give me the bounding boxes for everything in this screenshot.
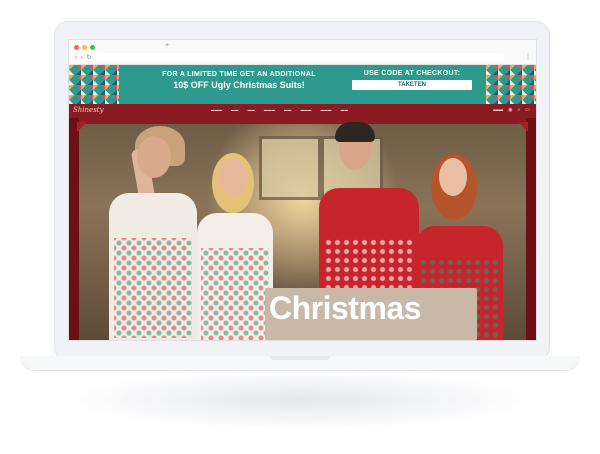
hero-corner-right <box>518 122 528 132</box>
promo-message: FOR A LIMITED TIME GET AN ADDITIONAL 10$… <box>139 71 339 90</box>
hero-corner-left <box>77 122 87 132</box>
person-4-head <box>439 158 467 196</box>
promo-code[interactable]: TAKETEN <box>352 80 472 90</box>
laptop-lid: + ‹ › ↻ ⋮ FOR A LIMITED TIME GET AN ADDI… <box>54 21 550 361</box>
laptop-notch <box>270 356 330 360</box>
laptop-shadow <box>60 370 540 430</box>
promo-code-box: USE CODE AT CHECKOUT: TAKETEN <box>352 70 472 90</box>
browser-menu-icon[interactable]: ⋮ <box>525 53 531 60</box>
hero-frame-top <box>69 118 536 124</box>
minimize-dot[interactable] <box>82 45 87 50</box>
account-link[interactable]: ▬▬ <box>493 107 503 113</box>
site-logo[interactable]: Shinesty <box>73 106 104 114</box>
nav-item-3[interactable]: ▬▬ <box>248 108 255 112</box>
person-2-head <box>219 158 247 196</box>
suit-pattern <box>114 238 192 338</box>
cart-icon[interactable]: ▭ <box>525 107 530 113</box>
user-icon[interactable]: ◉ <box>508 107 512 113</box>
nav-item-5[interactable]: ▬▬ <box>284 108 291 112</box>
main-nav: ▬▬▬ ▬▬ ▬▬ ▬▬▬ ▬▬ ▬▬▬ ▬▬▬ ▬▬ <box>211 108 348 112</box>
window-controls <box>74 45 95 50</box>
nav-buttons[interactable]: ‹ › ↻ <box>75 54 92 61</box>
christmas-sign-text: Christmas <box>269 290 422 326</box>
nav-item-6[interactable]: ▬▬▬ <box>300 108 311 112</box>
promo-pattern-right <box>486 65 536 104</box>
nav-item-2[interactable]: ▬▬ <box>231 108 238 112</box>
hero-frame-left <box>69 118 79 340</box>
hero-frame-right <box>526 118 536 340</box>
nav-item-4[interactable]: ▬▬▬ <box>264 108 275 112</box>
person-1-head <box>137 136 171 178</box>
nav-item-1[interactable]: ▬▬▬ <box>211 108 222 112</box>
laptop-base <box>20 356 580 370</box>
new-tab-button[interactable]: + <box>165 42 169 49</box>
promo-line-2: 10$ OFF Ugly Christmas Suits! <box>173 80 305 90</box>
promo-code-label: USE CODE AT CHECKOUT: <box>363 70 461 77</box>
nav-item-8[interactable]: ▬▬ <box>341 108 348 112</box>
hero-image[interactable]: Christmas <box>69 118 536 340</box>
close-dot[interactable] <box>74 45 79 50</box>
promo-banner[interactable]: FOR A LIMITED TIME GET AN ADDITIONAL 10$… <box>69 65 536 104</box>
promo-pattern-left <box>69 65 119 104</box>
maximize-dot[interactable] <box>90 45 95 50</box>
site-header: Shinesty ▬▬▬ ▬▬ ▬▬ ▬▬▬ ▬▬ ▬▬▬ ▬▬▬ ▬▬ ▬▬ … <box>69 104 536 118</box>
promo-line-1: FOR A LIMITED TIME GET AN ADDITIONAL <box>162 71 316 78</box>
browser-toolbar: + ‹ › ↻ ⋮ <box>69 40 536 65</box>
background-window <box>259 136 321 200</box>
search-icon[interactable]: ⌕ <box>517 107 520 113</box>
address-bar[interactable] <box>95 53 505 61</box>
suit-pattern <box>201 248 269 340</box>
nav-item-7[interactable]: ▬▬▬ <box>321 108 332 112</box>
browser-window: + ‹ › ↻ ⋮ FOR A LIMITED TIME GET AN ADDI… <box>68 39 537 341</box>
header-utilities: ▬▬ ◉ ⌕ ▭ <box>493 107 530 113</box>
person-3-hair <box>335 122 375 142</box>
